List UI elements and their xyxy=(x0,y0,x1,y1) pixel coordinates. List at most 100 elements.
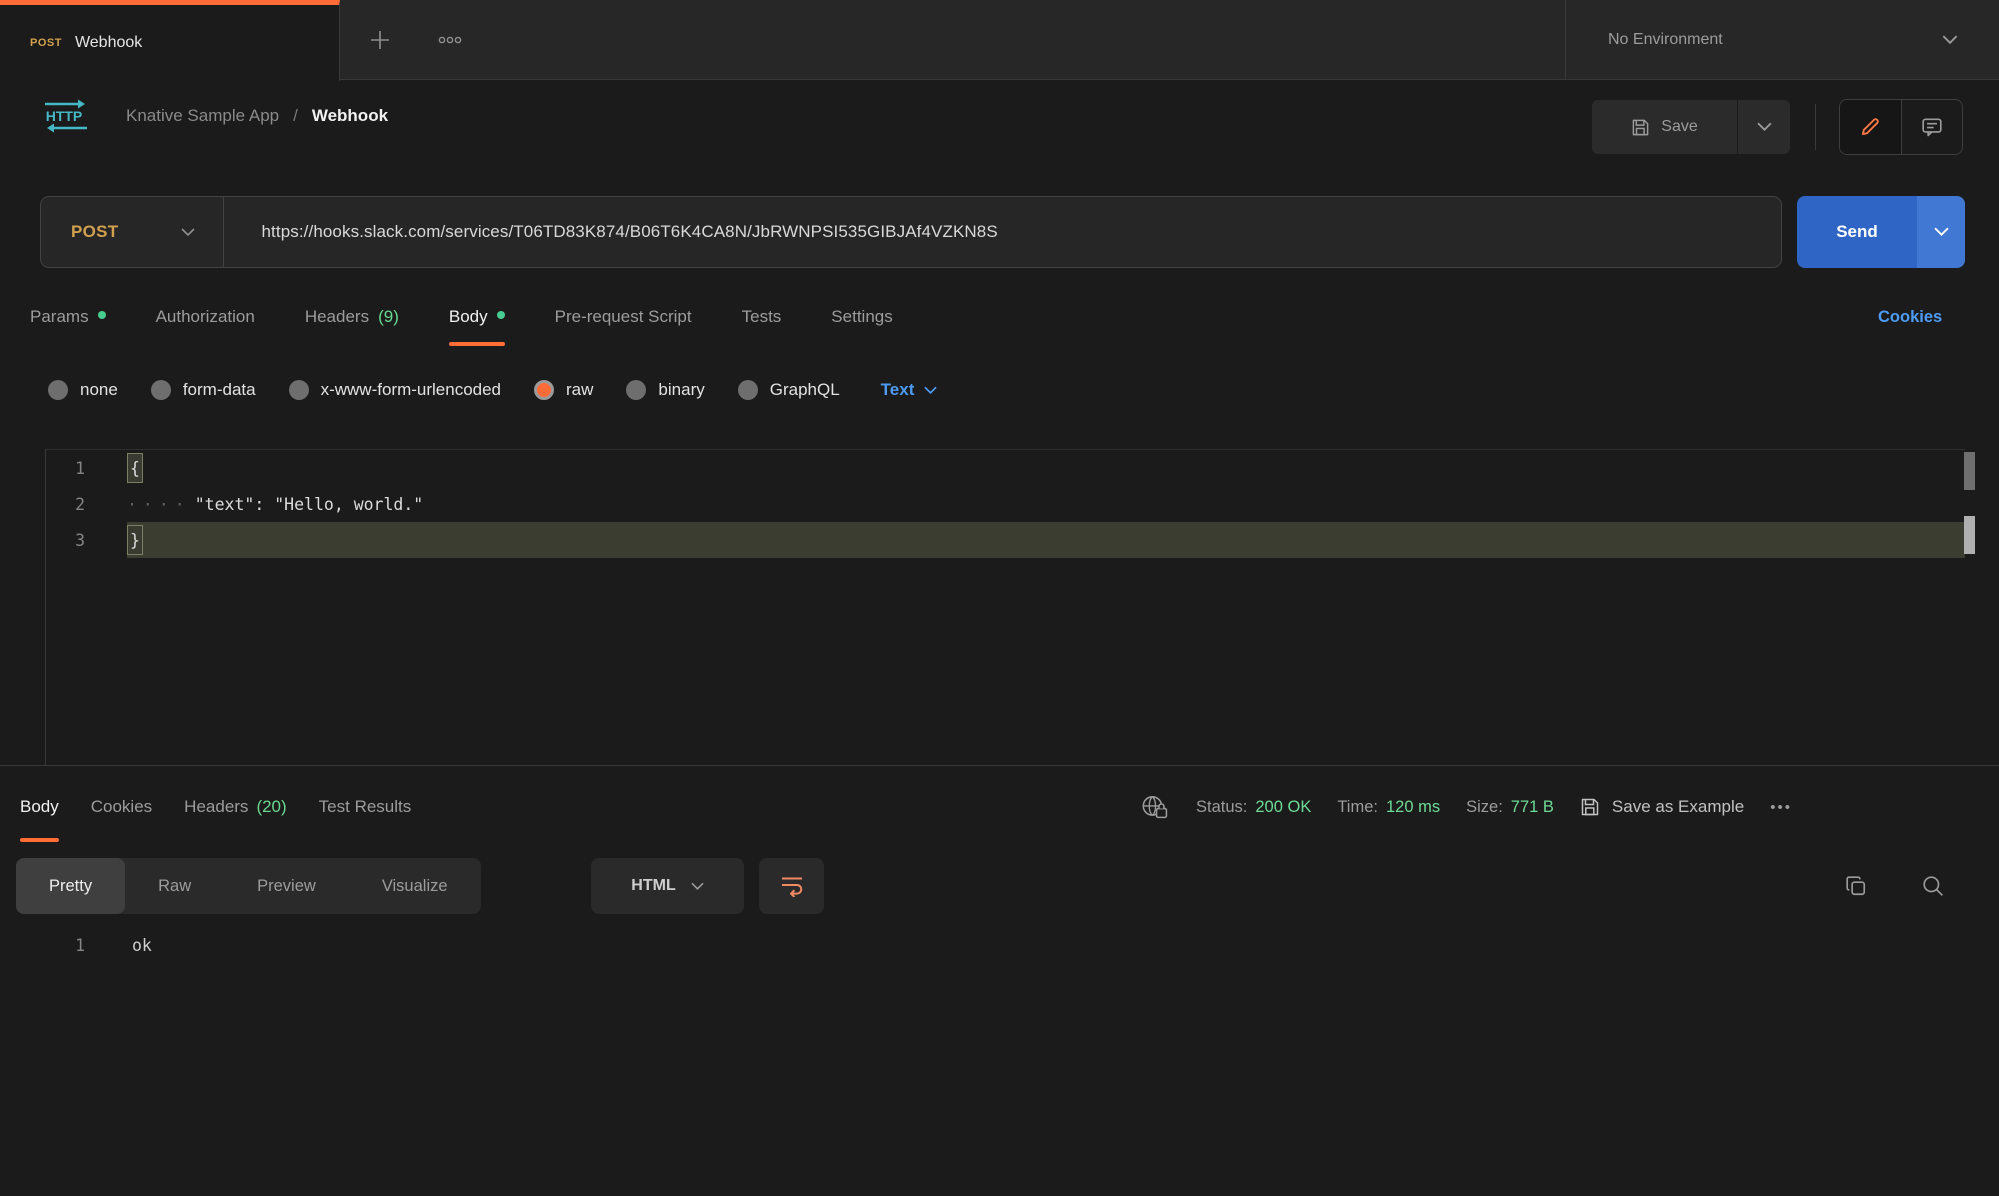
headers-count: (9) xyxy=(378,307,399,327)
method-chevron[interactable] xyxy=(181,228,195,237)
save-split-button: Save xyxy=(1592,100,1790,154)
line-number: 2 xyxy=(0,495,85,514)
url-bar: POST https://hooks.slack.com/services/T0… xyxy=(40,196,1782,268)
comments-button[interactable] xyxy=(1902,100,1963,154)
time-indicator: Time: 120 ms xyxy=(1337,798,1440,817)
time-label: Time: xyxy=(1337,798,1378,817)
more-options-icon xyxy=(438,36,462,44)
editor-line-active: 3 } xyxy=(0,522,1965,558)
right-pane-toggle-group xyxy=(1839,99,1963,155)
request-body-editor[interactable]: 1 { 2 ···· "text": "Hello, world." 3 } xyxy=(0,450,1965,558)
mode-none[interactable]: none xyxy=(48,380,118,400)
status-value: 200 OK xyxy=(1255,798,1311,817)
body-dot xyxy=(497,311,505,319)
protocol-badge-text: HTTP xyxy=(46,108,83,124)
tab-params[interactable]: Params xyxy=(30,288,106,346)
http-request-icon: HTTP xyxy=(40,96,92,136)
response-tabs: Body Cookies Headers (20) Test Results xyxy=(20,772,411,842)
wrap-lines-button[interactable] xyxy=(759,858,824,914)
save-as-example-button[interactable]: Save as Example xyxy=(1580,797,1744,817)
mode-form-data[interactable]: form-data xyxy=(151,380,256,400)
environment-chevron[interactable] xyxy=(1942,0,1958,80)
chevron-down-icon xyxy=(1757,122,1772,132)
tab-settings[interactable]: Settings xyxy=(831,288,892,346)
status-indicator: Status: 200 OK xyxy=(1196,798,1311,817)
response-format-selector[interactable]: HTML xyxy=(591,858,744,914)
postman-window: POST Webhook No Environment HTTP Knative xyxy=(0,0,1999,1196)
radio-icon xyxy=(738,380,758,400)
save-button[interactable]: Save xyxy=(1592,100,1737,154)
response-view-switcher: Pretty Raw Preview Visualize xyxy=(16,858,481,914)
breadcrumb-request[interactable]: Webhook xyxy=(312,106,388,126)
search-response-button[interactable] xyxy=(1922,858,1944,914)
radio-selected-icon xyxy=(534,380,554,400)
cookies-link[interactable]: Cookies xyxy=(1878,288,1942,346)
tab-body[interactable]: Body xyxy=(449,288,505,346)
response-body-line[interactable]: 1 ok xyxy=(0,928,1965,962)
save-icon xyxy=(1631,118,1650,137)
response-tab-headers[interactable]: Headers (20) xyxy=(184,772,287,842)
view-raw[interactable]: Raw xyxy=(125,858,224,914)
radio-icon xyxy=(289,380,309,400)
new-tab-button[interactable] xyxy=(358,18,402,62)
tab-options-button[interactable] xyxy=(428,18,472,62)
tab-authorization[interactable]: Authorization xyxy=(156,288,255,346)
line-number: 3 xyxy=(0,531,85,550)
view-pretty[interactable]: Pretty xyxy=(16,858,125,914)
copy-response-button[interactable] xyxy=(1845,858,1867,914)
response-tab-test-results[interactable]: Test Results xyxy=(319,772,412,842)
chevron-down-icon xyxy=(924,386,937,395)
tab-title: Webhook xyxy=(75,34,142,52)
mode-binary[interactable]: binary xyxy=(626,380,704,400)
editor-cursor-marker[interactable] xyxy=(1964,516,1975,554)
search-icon xyxy=(1922,875,1944,897)
chevron-down-icon xyxy=(1934,227,1949,237)
mode-x-www-form-urlencoded[interactable]: x-www-form-urlencoded xyxy=(289,380,501,400)
response-headers-count: (20) xyxy=(256,797,286,817)
status-label: Status: xyxy=(1196,798,1247,817)
chevron-down-icon xyxy=(181,228,195,237)
bracket-match: { xyxy=(127,453,143,483)
time-value: 120 ms xyxy=(1386,798,1440,817)
network-globe-icon[interactable] xyxy=(1140,794,1170,820)
size-indicator: Size: 771 B xyxy=(1466,798,1554,817)
tab-tests[interactable]: Tests xyxy=(742,288,782,346)
pencil-icon xyxy=(1859,116,1881,138)
radio-icon xyxy=(626,380,646,400)
request-tabs: Params Authorization Headers (9) Body Pr… xyxy=(30,288,893,346)
breadcrumb-separator: / xyxy=(293,106,298,126)
response-tab-cookies[interactable]: Cookies xyxy=(91,772,152,842)
send-button[interactable]: Send xyxy=(1797,196,1917,268)
view-preview[interactable]: Preview xyxy=(224,858,349,914)
code-text: "text": "Hello, world." xyxy=(195,495,423,514)
body-mode-row: none form-data x-www-form-urlencoded raw… xyxy=(48,358,937,422)
editor-scrollbar-thumb[interactable] xyxy=(1964,452,1975,490)
documentation-edit-button[interactable] xyxy=(1840,100,1902,154)
size-label: Size: xyxy=(1466,798,1503,817)
view-visualize[interactable]: Visualize xyxy=(349,858,481,914)
comment-icon xyxy=(1921,116,1943,138)
tab-pre-request-script[interactable]: Pre-request Script xyxy=(555,288,692,346)
request-tab[interactable]: POST Webhook xyxy=(0,0,340,81)
tab-headers[interactable]: Headers (9) xyxy=(305,288,399,346)
response-tab-body[interactable]: Body xyxy=(20,772,59,842)
response-divider xyxy=(0,765,1999,766)
save-icon xyxy=(1580,797,1600,817)
response-options-button[interactable]: ••• xyxy=(1770,799,1792,816)
send-options-button[interactable] xyxy=(1917,196,1965,268)
save-options-button[interactable] xyxy=(1738,100,1790,154)
save-button-label: Save xyxy=(1661,118,1697,136)
send-split-button: Send xyxy=(1797,196,1965,268)
environment-divider xyxy=(1565,0,1566,80)
environment-selector[interactable]: No Environment xyxy=(1608,0,1723,80)
radio-icon xyxy=(151,380,171,400)
language-selector[interactable]: Text xyxy=(881,380,938,400)
bracket-match: } xyxy=(127,525,143,555)
breadcrumb-collection[interactable]: Knative Sample App xyxy=(126,106,279,126)
copy-icon xyxy=(1845,875,1867,897)
url-input[interactable]: https://hooks.slack.com/services/T06TD83… xyxy=(262,222,998,242)
mode-graphql[interactable]: GraphQL xyxy=(738,380,840,400)
method-selector[interactable]: POST xyxy=(71,222,119,242)
line-number: 1 xyxy=(0,459,85,478)
mode-raw[interactable]: raw xyxy=(534,380,593,400)
